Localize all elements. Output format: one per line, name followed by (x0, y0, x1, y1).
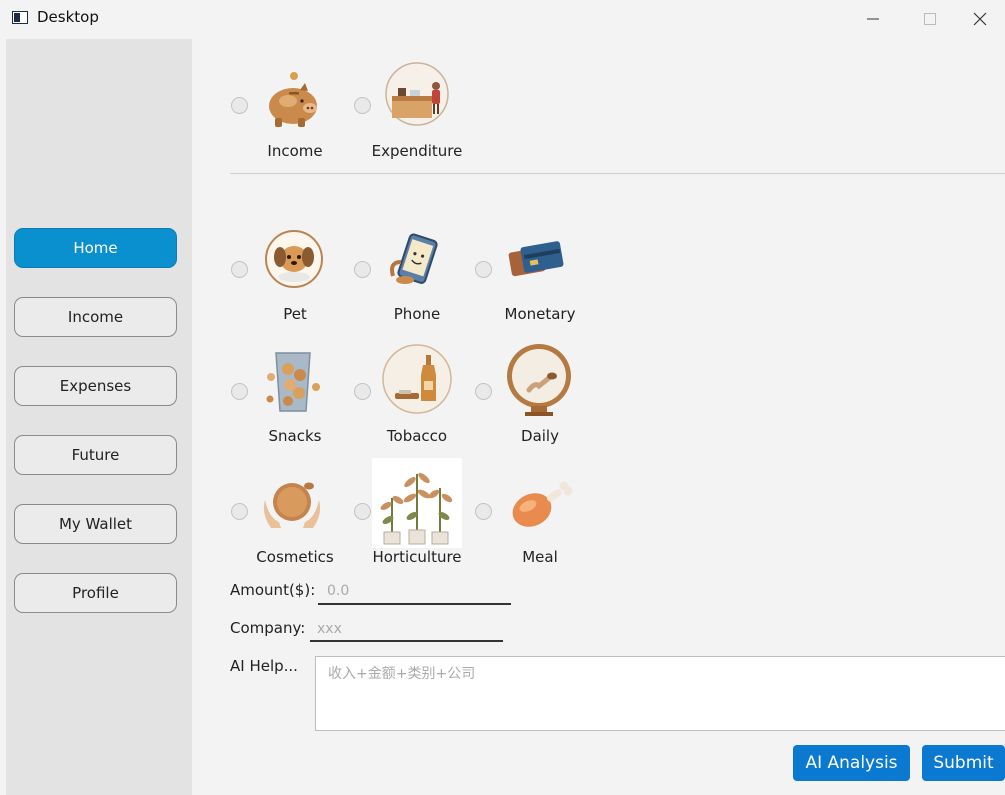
compact-powder-icon (263, 482, 321, 528)
plants-icon (372, 458, 462, 548)
company-underline (310, 640, 503, 642)
amount-placeholder: 0.0 (327, 583, 350, 599)
sidebar-item-label: Profile (72, 584, 119, 602)
category-label-tobacco: Tobacco (386, 427, 448, 445)
category-label-pet: Pet (283, 305, 307, 323)
category-label-monetary: Monetary (504, 305, 576, 323)
close-button[interactable] (955, 0, 1005, 38)
category-label-snacks: Snacks (268, 427, 322, 445)
bottle-icon (382, 344, 452, 414)
sidebar-item-income[interactable]: Income (14, 297, 177, 337)
sidebar-item-label: My Wallet (58, 515, 133, 533)
sidebar-item-profile[interactable]: Profile (14, 573, 177, 613)
ai-help-textarea[interactable]: 收入+金额+类别+公司 (315, 656, 1005, 731)
company-input[interactable]: xxx (310, 616, 503, 642)
sidebar-item-my-wallet[interactable]: My Wallet (14, 504, 177, 544)
category-label-phone: Phone (393, 305, 441, 323)
expenditure-type-label: Expenditure (371, 142, 463, 160)
ai-analysis-label: AI Analysis (805, 753, 898, 773)
sidebar-item-label: Expenses (59, 377, 132, 395)
company-placeholder: xxx (317, 621, 342, 637)
amount-underline (318, 603, 511, 605)
mirror-icon (507, 344, 571, 416)
credit-card-icon (508, 241, 564, 277)
amount-input[interactable]: 0.0 (318, 578, 511, 604)
sidebar: Home Income Expenses Future My Wallet Pr… (6, 39, 192, 795)
company-label: Company: (230, 619, 306, 637)
expenditure-type-radio[interactable] (354, 97, 371, 114)
title-bar: Desktop (0, 0, 1005, 38)
sidebar-item-label: Future (71, 446, 120, 464)
minimize-button[interactable] (848, 0, 898, 38)
sidebar-item-future[interactable]: Future (14, 435, 177, 475)
category-label-daily: Daily (521, 427, 559, 445)
maximize-button[interactable] (905, 0, 955, 38)
sidebar-item-label: Income (67, 308, 124, 326)
category-radio-meal[interactable] (475, 503, 492, 520)
minimize-icon (867, 18, 879, 20)
ai-help-placeholder: 收入+金额+类别+公司 (328, 666, 476, 682)
category-radio-pet[interactable] (231, 261, 248, 278)
puppy-icon (265, 230, 323, 288)
amount-label: Amount($): (230, 581, 316, 599)
snack-bag-icon (266, 352, 320, 412)
drumstick-icon (512, 481, 573, 527)
phone-icon (390, 233, 438, 284)
window-title: Desktop (37, 8, 99, 26)
sidebar-item-expenses[interactable]: Expenses (14, 366, 177, 406)
category-radio-phone[interactable] (354, 261, 371, 278)
income-type-label: Income (267, 142, 323, 160)
close-icon (973, 12, 987, 26)
category-radio-tobacco[interactable] (354, 383, 371, 400)
income-type-radio[interactable] (231, 97, 248, 114)
piggy-bank-icon (269, 72, 317, 127)
section-divider (230, 173, 1005, 174)
category-label-horticulture: Horticulture (372, 548, 462, 566)
submit-label: Submit (933, 753, 994, 773)
category-radio-cosmetics[interactable] (231, 503, 248, 520)
submit-button[interactable]: Submit (922, 745, 1005, 781)
category-label-meal: Meal (522, 548, 558, 566)
category-radio-snacks[interactable] (231, 383, 248, 400)
ai-help-label: AI Help... (230, 657, 298, 675)
shopping-counter-icon (385, 62, 449, 126)
category-radio-monetary[interactable] (475, 261, 492, 278)
category-label-cosmetics: Cosmetics (256, 548, 334, 566)
maximize-icon (924, 13, 936, 25)
sidebar-item-home[interactable]: Home (14, 228, 177, 268)
sidebar-item-label: Home (73, 239, 118, 257)
category-radio-daily[interactable] (475, 383, 492, 400)
category-radio-horticulture[interactable] (354, 503, 371, 520)
app-window-icon (12, 11, 28, 24)
ai-analysis-button[interactable]: AI Analysis (793, 745, 910, 781)
